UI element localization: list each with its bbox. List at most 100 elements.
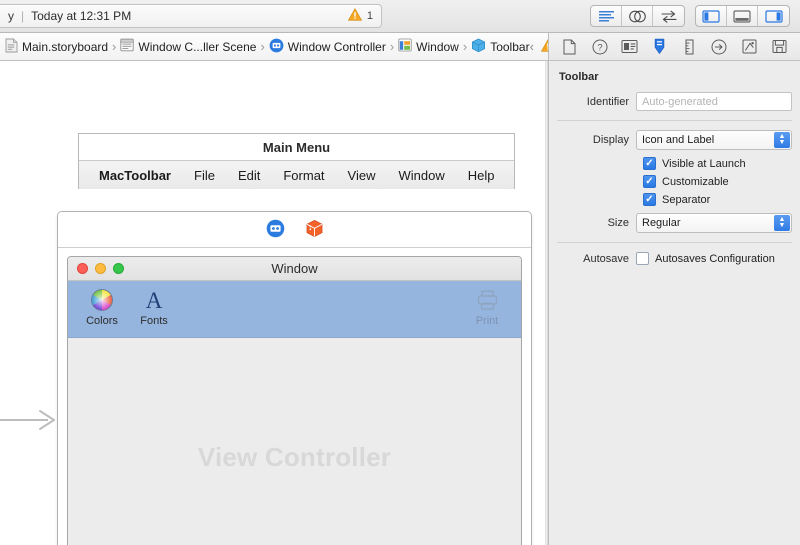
view-effects-inspector-tab[interactable] bbox=[767, 36, 791, 58]
breadcrumb-item-window-controller[interactable]: Window Controller bbox=[269, 33, 386, 60]
window-toolbar-selected[interactable]: Colors A Fonts Print bbox=[68, 281, 521, 338]
main-menu-bar[interactable]: MacToolbar File Edit Format View Window … bbox=[79, 161, 514, 189]
size-popup-button[interactable]: Regular ▲ ▼ bbox=[636, 213, 792, 233]
identifier-field[interactable]: Auto-generated bbox=[636, 92, 792, 111]
toolbar-item-print[interactable]: Print bbox=[461, 287, 513, 327]
window-object[interactable]: Window Colors A Fonts Print View Control… bbox=[67, 256, 522, 545]
display-label: Display bbox=[592, 134, 629, 146]
navigator-toggle-icon[interactable] bbox=[696, 6, 727, 26]
inspector-divider bbox=[557, 120, 792, 121]
chevron-updown-icon: ▲ ▼ bbox=[774, 132, 790, 148]
breadcrumb-back-button[interactable]: ‹ bbox=[530, 39, 534, 54]
menu-item-file[interactable]: File bbox=[194, 168, 215, 183]
size-value: Regular bbox=[642, 217, 681, 229]
menu-item-window[interactable]: Window bbox=[398, 168, 444, 183]
customizable-row[interactable]: Customizable bbox=[557, 175, 792, 188]
inspector-content: Toolbar Identifier Auto-generated Displa… bbox=[549, 61, 800, 265]
bindings-inspector-tab[interactable] bbox=[737, 36, 761, 58]
customizable-checkbox[interactable] bbox=[643, 175, 656, 188]
breadcrumb-label: Window bbox=[416, 39, 459, 54]
breadcrumb-label: Toolbar bbox=[490, 39, 530, 54]
storyboard-canvas[interactable]: Main Menu MacToolbar File Edit Format Vi… bbox=[0, 61, 548, 545]
breadcrumb-chevron-icon: › bbox=[389, 39, 395, 54]
storyboard-file-icon bbox=[5, 38, 18, 56]
status-truncated-prefix: y bbox=[8, 9, 14, 23]
window-preview-container: Window Colors A Fonts Print View Control… bbox=[58, 248, 531, 545]
identifier-label: Identifier bbox=[586, 95, 629, 108]
assistant-editor-icon[interactable] bbox=[622, 6, 653, 26]
autosave-label: Autosave bbox=[583, 252, 629, 265]
svg-text:A: A bbox=[146, 288, 163, 312]
warning-triangle-icon[interactable] bbox=[540, 38, 548, 55]
breadcrumb: Main.storyboard › Window C...ller Scene … bbox=[0, 33, 548, 61]
first-responder-cube-icon[interactable] bbox=[305, 219, 324, 241]
display-popup-button[interactable]: Icon and Label ▲ ▼ bbox=[636, 130, 792, 150]
separator-row[interactable]: Separator bbox=[557, 193, 792, 206]
display-value: Icon and Label bbox=[642, 134, 715, 146]
separator-label: Separator bbox=[662, 193, 711, 206]
window-icon bbox=[398, 38, 412, 55]
identity-inspector-tab[interactable] bbox=[618, 36, 642, 58]
chevron-updown-icon: ▲ ▼ bbox=[774, 215, 790, 231]
visible-at-launch-label: Visible at Launch bbox=[662, 157, 746, 170]
identifier-row: Identifier Auto-generated bbox=[557, 92, 792, 111]
warning-count: 1 bbox=[366, 10, 373, 22]
window-controller-dock-icon[interactable] bbox=[266, 219, 285, 241]
breadcrumb-item-toolbar[interactable]: Toolbar bbox=[471, 33, 530, 60]
scene-icon bbox=[120, 38, 135, 55]
version-editor-icon[interactable] bbox=[653, 6, 684, 26]
status-text: Today at 12:31 PM bbox=[31, 9, 132, 23]
menu-item-format[interactable]: Format bbox=[283, 168, 324, 183]
menu-item-edit[interactable]: Edit bbox=[238, 168, 260, 183]
menu-item-help[interactable]: Help bbox=[468, 168, 495, 183]
view-controller-placeholder-label: View Controller bbox=[197, 441, 392, 472]
window-controller-scene[interactable]: Window Colors A Fonts Print View Control… bbox=[57, 211, 532, 545]
menu-item-app[interactable]: MacToolbar bbox=[99, 168, 171, 183]
separator-checkbox[interactable] bbox=[643, 193, 656, 206]
breadcrumb-label: Window C...ller Scene bbox=[138, 39, 257, 54]
toolbar-item-label: Print bbox=[475, 315, 499, 327]
connections-inspector-tab[interactable] bbox=[707, 36, 731, 58]
scene-dock[interactable] bbox=[58, 212, 531, 248]
toolbar-item-label: Fonts bbox=[140, 315, 168, 327]
size-row: Size Regular ▲ ▼ bbox=[557, 213, 792, 233]
toolbar-item-label: Colors bbox=[86, 315, 118, 327]
view-layout-segmented-control[interactable] bbox=[695, 5, 790, 27]
breadcrumb-label: Window Controller bbox=[287, 39, 386, 54]
menu-item-view[interactable]: View bbox=[348, 168, 376, 183]
autosaves-configuration-label: Autosaves Configuration bbox=[655, 252, 775, 265]
quick-help-inspector-tab[interactable]: ? bbox=[588, 36, 612, 58]
toolbar-icon bbox=[471, 38, 486, 56]
svg-text:?: ? bbox=[597, 42, 602, 53]
breadcrumb-item-storyboard[interactable]: Main.storyboard bbox=[5, 33, 108, 60]
size-inspector-tab[interactable] bbox=[677, 36, 701, 58]
customizable-label: Customizable bbox=[662, 175, 729, 188]
breadcrumb-item-window[interactable]: Window bbox=[398, 33, 459, 60]
debug-area-toggle-icon[interactable] bbox=[727, 6, 758, 26]
standard-editor-icon[interactable] bbox=[591, 6, 622, 26]
breadcrumb-item-scene[interactable]: Window C...ller Scene bbox=[120, 33, 256, 60]
toolbar-item-fonts[interactable]: A Fonts bbox=[128, 287, 180, 327]
visible-at-launch-checkbox[interactable] bbox=[643, 157, 656, 170]
visible-at-launch-row[interactable]: Visible at Launch bbox=[557, 157, 792, 170]
toolbar-item-colors[interactable]: Colors bbox=[76, 287, 128, 327]
xcode-interface-builder-window: y | Today at 12:31 PM 1 Main.storyboard … bbox=[0, 0, 800, 545]
storyboard-entry-point-arrow bbox=[0, 407, 58, 433]
autosaves-configuration-checkbox[interactable] bbox=[636, 252, 649, 265]
window-titlebar: Window bbox=[68, 257, 521, 281]
inspector-toggle-icon[interactable] bbox=[758, 6, 789, 26]
file-inspector-tab[interactable] bbox=[558, 36, 582, 58]
autosave-row: Autosave Autosaves Configuration bbox=[557, 252, 792, 265]
status-separator: | bbox=[21, 9, 25, 23]
inspector-section-title: Toolbar bbox=[559, 71, 599, 83]
attributes-inspector-tab[interactable] bbox=[648, 36, 672, 58]
window-controller-icon bbox=[269, 38, 284, 56]
main-menu-scene[interactable]: Main Menu MacToolbar File Edit Format Vi… bbox=[78, 133, 515, 189]
inspector-divider bbox=[557, 242, 792, 243]
inspector-tab-bar[interactable]: ? bbox=[549, 33, 800, 61]
breadcrumb-chevron-icon: › bbox=[462, 39, 468, 54]
size-label: Size bbox=[607, 217, 629, 229]
editor-mode-segmented-control[interactable] bbox=[590, 5, 685, 27]
window-content-view[interactable]: View Controller bbox=[68, 338, 521, 545]
warning-triangle-icon[interactable] bbox=[347, 7, 362, 24]
